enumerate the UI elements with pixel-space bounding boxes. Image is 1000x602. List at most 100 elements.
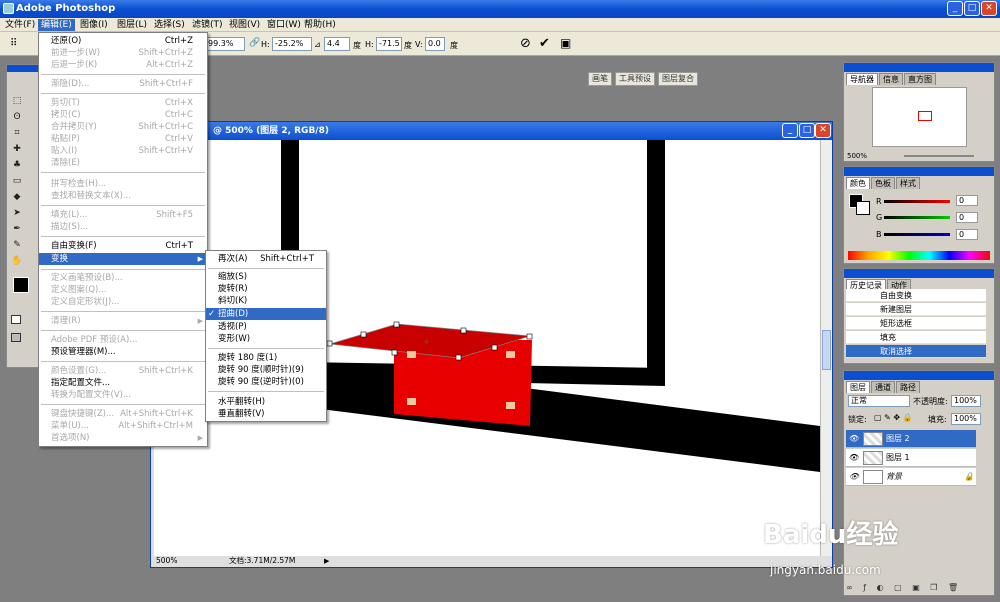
navigator-view-box[interactable] bbox=[918, 111, 932, 121]
palette-tab-tool-presets[interactable]: 工具预设 bbox=[615, 72, 655, 86]
transform-item-rotate-180[interactable]: 旋转 180 度(1) bbox=[206, 352, 326, 364]
tab-styles[interactable]: 样式 bbox=[896, 177, 920, 189]
menu-view[interactable]: 视图(V) bbox=[226, 19, 263, 31]
edit-menu-item[interactable]: 菜单(U)... Alt+Shift+Ctrl+M bbox=[39, 420, 207, 432]
hand-tool-icon[interactable]: ✋ bbox=[11, 255, 23, 267]
bg-color-swatch[interactable] bbox=[856, 201, 870, 215]
menu-image[interactable]: 图像(I) bbox=[77, 19, 111, 31]
lock-icons[interactable]: ▢ ✎ ✥ 🔒 bbox=[874, 413, 913, 422]
tab-channels[interactable]: 通道 bbox=[871, 381, 895, 393]
fill-field[interactable]: 100% bbox=[951, 413, 981, 425]
menu-select[interactable]: 选择(S) bbox=[151, 19, 188, 31]
blur-tool-icon[interactable]: ◆ bbox=[11, 191, 23, 203]
tab-paths[interactable]: 路径 bbox=[896, 381, 920, 393]
hskew-field[interactable]: -71.5 bbox=[376, 37, 402, 51]
history-item[interactable]: 填充 bbox=[846, 331, 986, 344]
channel-b-value[interactable]: 0 bbox=[956, 229, 978, 240]
angle-field[interactable]: 4.4 bbox=[324, 37, 350, 51]
doc-maximize-button[interactable]: □ bbox=[799, 123, 815, 138]
menu-file[interactable]: 文件(F) bbox=[2, 19, 38, 31]
screen-mode-icon[interactable] bbox=[11, 333, 21, 342]
history-item-current[interactable]: 取消选择 bbox=[846, 345, 986, 358]
minimize-button[interactable]: _ bbox=[947, 1, 963, 16]
edit-menu-item[interactable]: 后退一步(K) Alt+Ctrl+Z bbox=[39, 59, 207, 71]
crop-tool-icon[interactable]: ⌗ bbox=[11, 127, 23, 139]
transform-item-flip-vertical[interactable]: 垂直翻转(V) bbox=[206, 408, 326, 420]
lasso-tool-icon[interactable]: ʘ bbox=[11, 111, 23, 123]
vskew-field[interactable]: 0.0 bbox=[425, 37, 445, 51]
history-item[interactable]: 矩形选框 bbox=[846, 317, 986, 330]
doc-close-button[interactable]: ✕ bbox=[815, 123, 831, 138]
edit-menu-item[interactable]: 转换为配置文件(V)... bbox=[39, 389, 207, 401]
edit-menu-item[interactable]: 粘贴(P) Ctrl+V bbox=[39, 133, 207, 145]
transform-reference-icon[interactable]: ⠿ bbox=[10, 38, 17, 49]
pen-tool-icon[interactable]: ✒ bbox=[11, 223, 23, 235]
transform-item-scale[interactable]: 缩放(S) bbox=[206, 271, 326, 283]
edit-menu-item[interactable]: 颜色设置(G)... Shift+Ctrl+K bbox=[39, 365, 207, 377]
menu-filter[interactable]: 滤镜(T) bbox=[189, 19, 226, 31]
status-arrow-icon[interactable]: ▶ bbox=[324, 556, 329, 566]
edit-menu-item[interactable]: 描边(S)... bbox=[39, 221, 207, 233]
navigator-zoom-slider[interactable] bbox=[904, 155, 974, 157]
edit-menu-item[interactable]: 剪切(T) Ctrl+X bbox=[39, 97, 207, 109]
edit-menu-item[interactable]: 拷贝(C) Ctrl+C bbox=[39, 109, 207, 121]
palette-tab-brushes[interactable]: 画笔 bbox=[588, 72, 612, 86]
edit-menu-item[interactable]: 前进一步(W) Shift+Ctrl+Z bbox=[39, 47, 207, 59]
commit-transform-icon[interactable]: ✔ bbox=[539, 36, 550, 51]
path-select-tool-icon[interactable]: ➤ bbox=[11, 207, 23, 219]
notes-tool-icon[interactable]: ✎ bbox=[11, 239, 23, 251]
edit-menu-item[interactable]: 查找和替换文本(X)... bbox=[39, 190, 207, 202]
edit-menu-item[interactable]: 首选项(N) ▶ bbox=[39, 432, 207, 444]
edit-menu-item[interactable]: 定义画笔预设(B)... bbox=[39, 272, 207, 284]
transform-item-again[interactable]: 再次(A) Shift+Ctrl+T bbox=[206, 253, 326, 265]
menu-edit[interactable]: 编辑(E) bbox=[38, 19, 75, 31]
color-spectrum-bar[interactable] bbox=[848, 251, 990, 260]
scroll-thumb[interactable] bbox=[822, 330, 831, 370]
doc-minimize-button[interactable]: _ bbox=[782, 123, 798, 138]
layer-row-background[interactable]: 👁 背景 🔒 bbox=[846, 468, 976, 486]
edit-menu-item[interactable]: 合并拷贝(Y) Shift+Ctrl+C bbox=[39, 121, 207, 133]
edit-menu-item[interactable]: Adobe PDF 预设(A)... bbox=[39, 334, 207, 346]
channel-r-slider[interactable] bbox=[884, 200, 950, 203]
edit-menu-item[interactable]: 清除(E) bbox=[39, 157, 207, 169]
tab-info[interactable]: 信息 bbox=[879, 73, 903, 85]
link-icon[interactable]: 🔗 bbox=[249, 38, 260, 48]
vertical-scrollbar[interactable] bbox=[820, 140, 832, 556]
standard-mode-icon[interactable] bbox=[11, 315, 21, 324]
palette-tab-layer-comps[interactable]: 图层复合 bbox=[658, 72, 698, 86]
channel-g-value[interactable]: 0 bbox=[956, 212, 978, 223]
menu-layer[interactable]: 图层(L) bbox=[114, 19, 150, 31]
blend-mode-select[interactable]: 正常 bbox=[848, 395, 910, 407]
file-browser-icon[interactable]: ▣ bbox=[560, 36, 571, 50]
height-field[interactable]: -25.2% bbox=[272, 37, 312, 51]
zoom-readout[interactable]: 500% bbox=[156, 556, 177, 566]
healing-tool-icon[interactable]: ✚ bbox=[11, 143, 23, 155]
edit-menu-item[interactable]: 键盘快捷键(Z)... Alt+Shift+Ctrl+K bbox=[39, 408, 207, 420]
transform-item-flip-horizontal[interactable]: 水平翻转(H) bbox=[206, 396, 326, 408]
cancel-transform-icon[interactable]: ⊘ bbox=[520, 36, 531, 51]
channel-g-slider[interactable] bbox=[884, 216, 950, 219]
maximize-button[interactable]: □ bbox=[964, 1, 980, 16]
foreground-color-swatch[interactable] bbox=[13, 277, 29, 293]
opacity-field[interactable]: 100% bbox=[951, 395, 981, 407]
edit-menu-item[interactable]: 预设管理器(M)... bbox=[39, 346, 207, 358]
transform-item-perspective[interactable]: 透视(P) bbox=[206, 321, 326, 333]
tab-swatches[interactable]: 色板 bbox=[871, 177, 895, 189]
layer-row[interactable]: 👁 图层 1 bbox=[846, 449, 976, 467]
tab-histogram[interactable]: 直方图 bbox=[904, 73, 936, 85]
transform-item-skew[interactable]: 斜切(K) bbox=[206, 295, 326, 307]
transform-item-rotate[interactable]: 旋转(R) bbox=[206, 283, 326, 295]
navigator-thumbnail[interactable] bbox=[872, 87, 967, 147]
history-item[interactable]: 新建图层 bbox=[846, 303, 986, 316]
edit-menu-item[interactable]: 渐隐(D)... Shift+Ctrl+F bbox=[39, 78, 207, 90]
transform-item-rotate-90-ccw[interactable]: 旋转 90 度(逆时针)(0) bbox=[206, 376, 326, 388]
layer-row-selected[interactable]: 👁 图层 2 bbox=[846, 430, 976, 448]
edit-menu-item[interactable]: 指定配置文件... bbox=[39, 377, 207, 389]
layers-footer-icons[interactable]: ∞ ƒ ◐ ▢ ▣ ❐ 🗑 bbox=[846, 583, 992, 593]
history-item[interactable]: 自由变换 bbox=[846, 289, 986, 302]
transform-item-distort[interactable]: ✓ 扭曲(D) bbox=[206, 308, 326, 320]
edit-menu-item-free-transform[interactable]: 自由变换(F) Ctrl+T bbox=[39, 240, 207, 252]
edit-menu-item[interactable]: 定义自定形状(J)... bbox=[39, 296, 207, 308]
eraser-tool-icon[interactable]: ▭ bbox=[11, 175, 23, 187]
menu-help[interactable]: 帮助(H) bbox=[301, 19, 339, 31]
